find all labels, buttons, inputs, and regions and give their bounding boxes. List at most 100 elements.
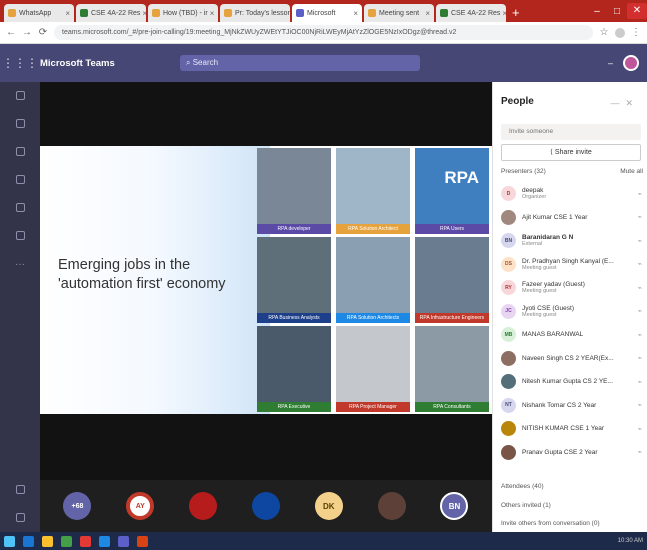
invite-input[interactable] xyxy=(501,124,641,140)
participant-row[interactable]: JC Jyoti CSE (Guest) Meeting guest ⌁ xyxy=(493,300,647,324)
participant-avatar[interactable] xyxy=(251,492,280,520)
participant-row[interactable]: NITISH KUMAR CSE 1 Year ⌁ xyxy=(493,417,647,441)
more-participants-badge[interactable]: +68 xyxy=(63,492,92,520)
participant-avatar[interactable]: BN xyxy=(440,492,469,520)
avatar xyxy=(501,444,516,460)
store-icon[interactable] xyxy=(61,535,72,547)
mic-muted-icon[interactable]: ⌁ xyxy=(632,284,642,292)
edge-icon[interactable] xyxy=(23,535,34,547)
rail-more[interactable]: ··· xyxy=(0,250,40,278)
browser-tab[interactable]: CSE 4A-22 Res × xyxy=(436,4,506,22)
browser-tab[interactable]: Pr: Today's lesson× xyxy=(220,4,290,22)
browser-tab[interactable]: How (TBD) - ir × xyxy=(148,4,218,22)
whatsapp-icon xyxy=(8,9,16,17)
popout-icon[interactable]: — xyxy=(610,98,625,108)
word-icon[interactable] xyxy=(99,535,110,547)
profile-icon[interactable] xyxy=(615,27,625,38)
participant-avatar[interactable] xyxy=(377,492,406,520)
mic-muted-icon[interactable]: ⌁ xyxy=(632,448,642,456)
participant-row[interactable]: DS Dr. Pradhyan Singh Kanyal (E... Meeting… xyxy=(493,253,647,277)
participant-avatar[interactable] xyxy=(189,492,218,520)
mic-muted-icon[interactable]: ⌁ xyxy=(632,401,642,409)
chrome-icon[interactable] xyxy=(80,535,91,547)
rail-calendar[interactable] xyxy=(0,194,40,222)
browser-tab[interactable]: Microsoft × xyxy=(292,4,362,22)
tile-image xyxy=(336,326,410,402)
close-tab-icon[interactable]: × xyxy=(500,9,506,18)
avatar[interactable] xyxy=(623,55,639,71)
rail-activity[interactable] xyxy=(0,82,40,110)
mic-muted-icon[interactable]: ⌁ xyxy=(632,260,642,268)
participant-meta: MANAS BARANWAL xyxy=(522,331,632,338)
more-icon[interactable]: – xyxy=(608,58,613,68)
participant-row[interactable]: Ajit Kumar CSE 1 Year ⌁ xyxy=(493,206,647,230)
browser-tab[interactable]: CSE 4A-22 Res × xyxy=(76,4,146,22)
close-window-icon[interactable]: ✕ xyxy=(627,3,647,19)
participant-row[interactable]: MB MANAS BARANWAL ⌁ xyxy=(493,323,647,347)
attendees-header[interactable]: Attendees (40) xyxy=(501,483,544,490)
start-icon[interactable] xyxy=(4,535,15,547)
back-icon[interactable]: ← xyxy=(6,27,16,38)
maximize-icon[interactable]: □ xyxy=(607,6,627,17)
new-tab-button[interactable]: + xyxy=(512,5,520,20)
participant-row[interactable]: Naveen Singh CS 2 YEAR(Ex... ⌁ xyxy=(493,347,647,371)
close-tab-icon[interactable]: × xyxy=(351,9,358,18)
reload-icon[interactable]: ⟳ xyxy=(38,27,48,38)
browser-tab[interactable]: WhatsApp × xyxy=(4,4,74,22)
participant-row[interactable]: RY Fazeer yadav (Guest) Meeting guest ⌁ xyxy=(493,276,647,300)
participant-row[interactable]: Ddeepak Organizer ⌁ xyxy=(493,182,647,206)
forward-icon[interactable]: → xyxy=(22,27,32,38)
tab-label: How (TBD) - ir xyxy=(163,9,208,17)
rail-chat[interactable] xyxy=(0,110,40,138)
teams-app-icon[interactable] xyxy=(118,535,129,547)
participant-avatar[interactable]: AY xyxy=(126,492,155,520)
mute-all-button[interactable]: Mute all xyxy=(620,168,643,175)
mic-muted-icon[interactable]: ⌁ xyxy=(632,237,642,245)
mic-muted-icon[interactable]: ⌁ xyxy=(632,425,642,433)
rail-calls[interactable] xyxy=(0,222,40,250)
close-tab-icon[interactable]: × xyxy=(208,9,215,18)
rail-assignments[interactable] xyxy=(0,166,40,194)
participant-avatar[interactable]: DK xyxy=(314,492,343,520)
participant-row[interactable]: Pranav Gupta CSE 2 Year ⌁ xyxy=(493,441,647,465)
rail-apps[interactable] xyxy=(0,476,40,504)
close-tab-icon[interactable]: × xyxy=(63,9,70,18)
mic-muted-icon[interactable]: ⌁ xyxy=(632,354,642,362)
minimize-icon[interactable]: – xyxy=(587,6,607,17)
mic-muted-icon[interactable]: ⌁ xyxy=(632,331,642,339)
avatar xyxy=(501,374,516,390)
menu-icon[interactable]: ⋮ xyxy=(631,27,641,38)
tile-image xyxy=(336,237,410,313)
mic-muted-icon[interactable]: ⌁ xyxy=(632,378,642,386)
rail-teams[interactable] xyxy=(0,138,40,166)
app-icon[interactable] xyxy=(137,535,148,547)
participant-row[interactable]: NT Nishank Tomar CS 2 Year ⌁ xyxy=(493,394,647,418)
tab-label: Microsoft xyxy=(307,9,336,17)
close-tab-icon[interactable]: × xyxy=(423,9,430,18)
participant-row[interactable]: BN Baranidaran G N External ⌁ xyxy=(493,229,647,253)
invite-from-conversation[interactable]: Invite others from conversation (0) xyxy=(501,520,600,527)
bell-icon xyxy=(15,90,25,100)
tile-label: RPA Infrastructure Engineers xyxy=(415,313,489,323)
participant-meta: Baranidaran G N External xyxy=(522,234,632,247)
mic-muted-icon[interactable]: ⌁ xyxy=(632,213,642,221)
participant-row[interactable]: Nitesh Kumar Gupta CS 2 YE... ⌁ xyxy=(493,370,647,394)
avatar: D xyxy=(501,186,516,202)
mic-muted-icon[interactable]: ⌁ xyxy=(632,307,642,315)
share-invite-button[interactable]: ⟨ Share invite xyxy=(501,144,641,161)
mic-muted-icon[interactable]: ⌁ xyxy=(632,190,642,198)
folder-icon[interactable] xyxy=(42,535,53,547)
presenters-header[interactable]: Presenters (32) xyxy=(501,168,546,175)
star-icon[interactable]: ☆ xyxy=(599,27,609,38)
close-tab-icon[interactable]: × xyxy=(140,9,146,18)
rail-help[interactable] xyxy=(0,504,40,532)
url-field[interactable]: teams.microsoft.com/_#/pre-join-calling/… xyxy=(54,25,593,40)
participant-name: Ajit Kumar CSE 1 Year xyxy=(522,213,588,221)
close-icon[interactable]: ✕ xyxy=(625,98,639,108)
others-invited[interactable]: Others invited (1) xyxy=(501,502,551,509)
search-input[interactable]: ⌕ Search xyxy=(180,55,420,71)
chat-icon xyxy=(15,118,25,128)
browser-tab[interactable]: Meeting sent × xyxy=(364,4,434,22)
tile-label: RPA Business Analysts xyxy=(257,313,331,323)
app-launcher-icon[interactable]: ⋮⋮⋮ xyxy=(0,56,40,70)
